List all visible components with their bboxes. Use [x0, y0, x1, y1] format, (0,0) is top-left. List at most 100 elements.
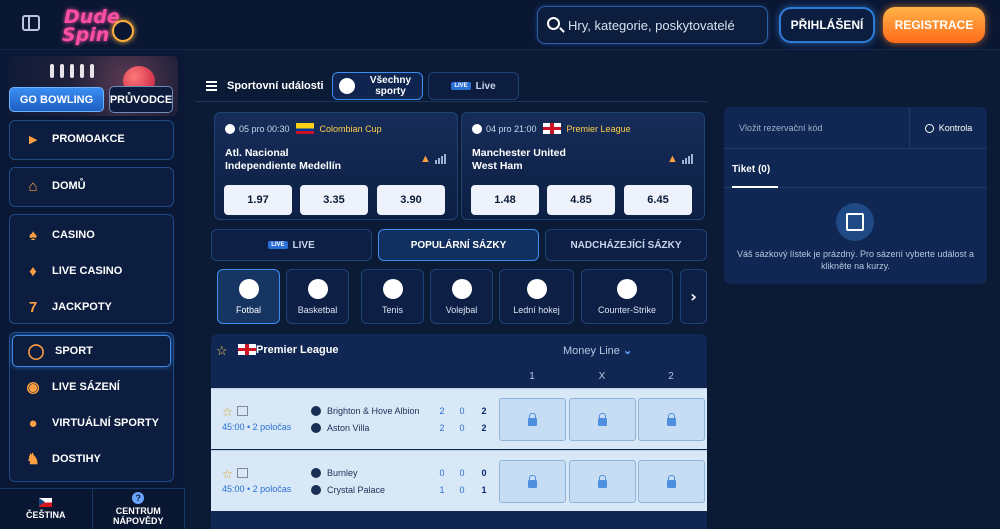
check-button[interactable]: Kontrola — [909, 107, 987, 149]
search-icon — [924, 123, 934, 133]
register-button[interactable]: REGISTRACE — [883, 7, 985, 43]
guide-button[interactable]: PRŮVODCE — [109, 86, 173, 113]
score-total: 2 — [481, 406, 487, 416]
score: 0 — [459, 423, 465, 433]
live-badge: LIVE — [268, 241, 288, 249]
ball-icon — [339, 78, 355, 94]
sport-label: Counter-Strike — [597, 304, 657, 315]
bet-mode-tabs: LIVE LIVE POPULÁRNÍ SÁZKY NADCHÁZEJÍCÍ SÁ… — [211, 229, 707, 261]
search-box[interactable] — [537, 6, 768, 44]
lock-icon — [667, 412, 676, 426]
login-button[interactable]: PŘIHLÁŠENÍ — [779, 7, 875, 43]
home-icon: ⌂ — [28, 177, 38, 195]
menu-icon[interactable] — [206, 81, 217, 91]
stats-icon[interactable] — [435, 153, 447, 164]
logo[interactable]: Dude Spin — [60, 6, 140, 46]
odd-button[interactable]: 1.48 — [471, 185, 539, 215]
odd-button[interactable]: 3.35 — [300, 185, 368, 215]
sidebar-toggle-icon[interactable] — [22, 15, 40, 31]
sport-football[interactable]: Fotbal — [217, 269, 280, 324]
sidebar-item-label: JACKPOTY — [52, 301, 112, 313]
pin-icon — [50, 64, 54, 78]
lock-icon — [598, 412, 607, 426]
sidebar-item-label: LIVE SÁZENÍ — [52, 381, 120, 393]
sidebar-item-promo[interactable]: ▸ PROMOAKCE — [10, 121, 173, 157]
sidebar-item-label: CASINO — [52, 229, 95, 241]
sports-title: Sportovní události — [227, 80, 324, 92]
sport-counter-strike[interactable]: Counter-Strike — [581, 269, 673, 324]
star-icon[interactable]: ☆ — [216, 343, 228, 359]
sport-ice-hockey[interactable]: Lední hokej — [499, 269, 574, 324]
locked-odd — [499, 460, 566, 503]
home-team: Brighton & Hove Albion — [327, 406, 420, 416]
sidebar-item-casino[interactable]: ♠ CASINO — [10, 217, 173, 253]
tab-live-label: Live — [475, 80, 496, 92]
horse-icon: ♞ — [26, 451, 40, 468]
empty-slip-text: Váš sázkový lístek je prázdný. Pro sázen… — [736, 249, 975, 271]
odd-button[interactable]: 6.45 — [624, 185, 692, 215]
help-center-button[interactable]: ? CENTRUM NÁPOVĚDY — [93, 489, 185, 529]
language-label: ČEŠTINA — [25, 510, 66, 520]
sidebar-item-live-betting[interactable]: ◉ LIVE SÁZENÍ — [10, 369, 173, 405]
stats-icon[interactable] — [682, 153, 694, 164]
sidebar-item-sport[interactable]: ◯ SPORT — [12, 335, 171, 367]
sport-label: Tenis — [381, 304, 403, 315]
logo-text-bottom: Spin — [62, 24, 110, 46]
sidebar-item-label: PROMOAKCE — [52, 133, 125, 145]
lock-icon — [528, 474, 537, 488]
tab-popular-bets[interactable]: POPULÁRNÍ SÁZKY — [378, 229, 539, 261]
sport-volleyball[interactable]: Volejbal — [430, 269, 493, 324]
sidebar-item-horse-racing[interactable]: ♞ DOSTIHY — [10, 441, 173, 477]
sidebar-item-jackpots[interactable]: 7 JACKPOTY — [10, 289, 173, 325]
fire-icon: ▲ — [420, 153, 431, 165]
sidebar-item-virtual-sports[interactable]: ● VIRTUÁLNÍ SPORTY — [10, 405, 173, 441]
stats-icon[interactable] — [237, 406, 248, 416]
odd-button[interactable]: 4.85 — [547, 185, 615, 215]
match-league: Premier League — [566, 123, 631, 134]
sport-basketball[interactable]: Basketbal — [286, 269, 349, 324]
gamepad-icon: ● — [28, 414, 38, 432]
soccer-ball-icon — [311, 423, 321, 433]
away-team: Aston Villa — [327, 423, 370, 433]
language-button[interactable]: ČEŠTINA — [0, 489, 93, 529]
star-icon[interactable]: ☆ — [222, 467, 233, 481]
help-icon: ? — [132, 492, 145, 504]
check-label: Kontrola — [938, 123, 973, 133]
star-icon[interactable]: ☆ — [222, 405, 233, 419]
england-flag-icon — [542, 123, 561, 134]
score: 0 — [439, 468, 445, 478]
volleyball-icon — [451, 278, 472, 299]
sidebar-footer: ČEŠTINA ? CENTRUM NÁPOVĚDY — [0, 488, 185, 529]
reservation-code-input[interactable] — [724, 107, 909, 149]
sidebar-item-home[interactable]: ⌂ DOMŮ — [10, 168, 173, 204]
stats-icon[interactable] — [237, 468, 248, 478]
score: 0 — [459, 468, 465, 478]
market-select[interactable]: Money Line ⌄ — [563, 344, 632, 357]
tab-all-sports[interactable]: Všechny sporty — [332, 72, 423, 100]
ticket-icon — [836, 203, 874, 241]
chevron-right-icon[interactable]: › — [680, 269, 707, 324]
sidebar: GO BOWLING PRŮVODCE ▸ PROMOAKCE ⌂ DOMŮ ♠ CA… — [0, 50, 185, 529]
search-icon — [547, 17, 560, 30]
lock-icon — [598, 474, 607, 488]
tab-label: LIVE — [292, 239, 315, 251]
soldier-icon — [617, 278, 637, 299]
locked-odd — [499, 398, 566, 441]
tab-live[interactable]: LIVE Live — [428, 72, 519, 100]
score: 0 — [459, 406, 465, 416]
search-input[interactable] — [568, 7, 763, 43]
bowling-ball-icon — [112, 20, 134, 42]
tab-live-bets[interactable]: LIVE LIVE — [211, 229, 372, 261]
go-bowling-button[interactable]: GO BOWLING — [9, 87, 104, 112]
odd-button[interactable]: 1.97 — [224, 185, 292, 215]
sport-tennis[interactable]: Tenis — [361, 269, 424, 324]
odd-button[interactable]: 3.90 — [377, 185, 445, 215]
tab-ticket[interactable]: Tiket (0) — [732, 164, 770, 175]
col-header: X — [598, 371, 606, 382]
score-total: 1 — [481, 485, 487, 495]
home-team: Burnley — [327, 468, 358, 478]
bet-slip: Kontrola Tiket (0) Váš sázkový lístek je… — [724, 107, 987, 284]
tab-upcoming-bets[interactable]: NADCHÁZEJÍCÍ SÁZKY — [545, 229, 707, 261]
nav-group-casino: ♠ CASINO ♦ LIVE CASINO 7 JACKPOTY — [9, 214, 174, 324]
sidebar-item-live-casino[interactable]: ♦ LIVE CASINO — [10, 253, 173, 289]
